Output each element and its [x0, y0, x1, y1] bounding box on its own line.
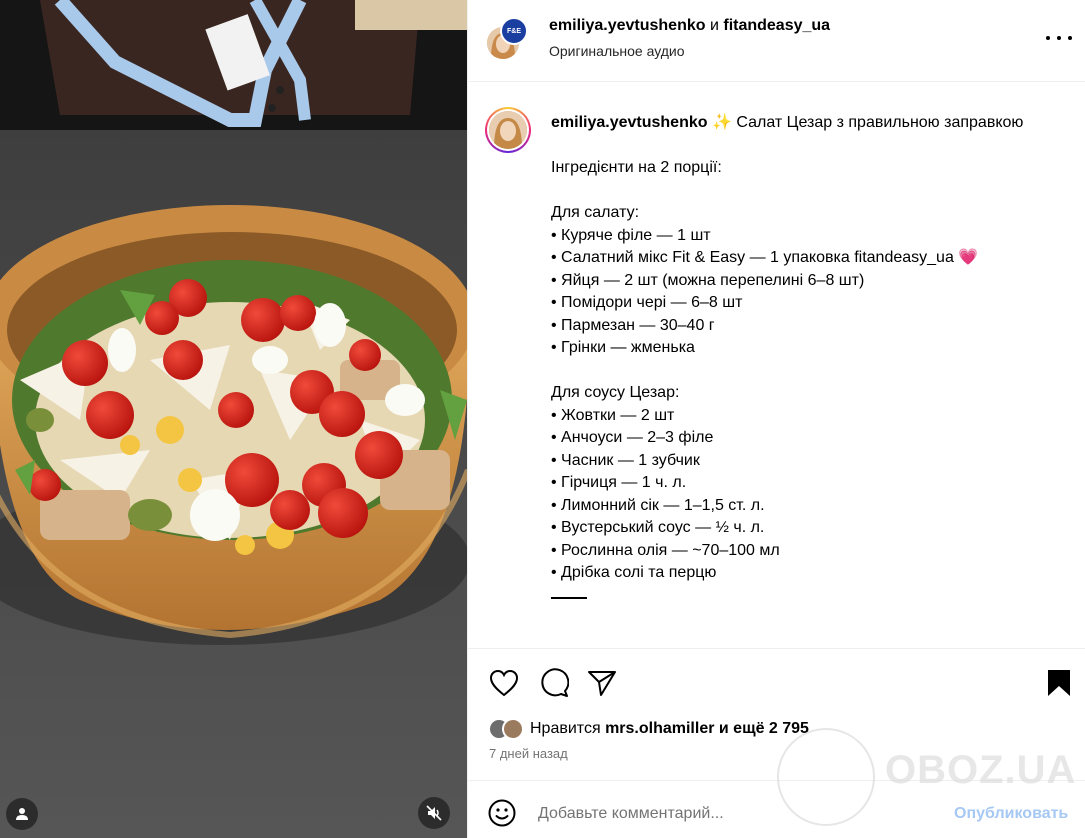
watermark-globe-icon [777, 728, 875, 826]
authors-joiner: и [709, 17, 719, 34]
caption-line: Інгредієнти на 2 порції: [551, 159, 722, 176]
heart-emoji-icon: 💗 [958, 249, 979, 266]
post-caption: emiliya.yevtushenko ✨ Салат Цезар з прав… [551, 112, 1071, 599]
publish-button[interactable]: Опубликовать [954, 805, 1068, 823]
watermark-text: OBOZ.UA [885, 748, 1077, 792]
more-dot [1068, 36, 1072, 40]
caption-line: Для салату: [551, 204, 640, 221]
more-options-button[interactable] [1046, 28, 1072, 48]
salad-bowl-image [0, 0, 467, 838]
coauthor-username-link[interactable]: fitandeasy_ua [723, 17, 830, 34]
like-button[interactable] [488, 667, 520, 699]
caption-line: • Яйця — 2 шт (можна перепелині 6–8 шт) [551, 271, 865, 289]
caption-line: • Жовтки — 2 шт [551, 406, 675, 424]
original-audio-link[interactable]: Оригинальное аудио [549, 43, 685, 59]
caption-line: Для соусу Цезар: [551, 384, 680, 401]
more-dot [1057, 36, 1061, 40]
caption-line: • Рослинна олія — ~70–100 мл [551, 541, 780, 559]
caption-author-link[interactable]: emiliya.yevtushenko [551, 114, 708, 131]
bookmark-filled-icon [1048, 670, 1070, 696]
caption-line: • Помідори чері — 6–8 шт [551, 294, 743, 311]
post-details-panel: F&E emiliya.yevtushenko и fitandeasy_ua … [467, 0, 1085, 838]
speaker-muted-icon [426, 805, 442, 821]
liker-username-link[interactable]: mrs.olhamiller [605, 720, 714, 738]
liker-avatar[interactable] [502, 718, 524, 740]
caption-divider [551, 596, 587, 599]
likes-count-link[interactable]: и ещё 2 795 [719, 720, 809, 738]
caption-line: • Грінки — жменька [551, 339, 695, 356]
comment-input[interactable] [538, 805, 938, 823]
likes-prefix: Нравится [530, 720, 601, 737]
caption-line: • Салатний мікс Fit & Easy — 1 упаковка … [551, 247, 1071, 270]
caption-line: • Часник — 1 зубчик [551, 451, 700, 469]
comment-button[interactable] [538, 667, 570, 699]
author-username-link[interactable]: emiliya.yevtushenko [549, 17, 706, 34]
emoji-picker-button[interactable] [488, 799, 516, 832]
post-actions [468, 648, 1085, 718]
post-timestamp[interactable]: 7 дней назад [489, 746, 568, 761]
more-dot [1046, 36, 1050, 40]
caption-line: • Лимонний сік — 1–1,5 ст. л. [551, 496, 765, 514]
post-media[interactable] [0, 0, 467, 838]
sparkles-icon: ✨ [711, 114, 732, 131]
tagged-users-button[interactable] [6, 798, 38, 830]
smiley-icon [488, 799, 516, 827]
caption-author-avatar[interactable] [485, 107, 531, 153]
share-button[interactable] [586, 667, 618, 699]
caption-title: Салат Цезар з правильною заправкою [736, 114, 1024, 131]
likes-summary: Нравится mrs.olhamiller и ещё 2 795 [488, 716, 809, 742]
caption-line-text: • Салатний мікс Fit & Easy — 1 упаковка … [551, 249, 954, 266]
coauthor-avatar[interactable]: F&E [500, 17, 528, 45]
send-icon [588, 671, 616, 696]
caption-line: • Анчоуси — 2–3 філе [551, 429, 714, 446]
caption-line: • Вустерський соус — ½ ч. л. [551, 519, 765, 536]
comment-icon [541, 668, 569, 697]
user-icon [16, 808, 28, 820]
post-authors: emiliya.yevtushenko и fitandeasy_ua [549, 17, 830, 35]
caption-line: • Куряче філе — 1 шт [551, 226, 711, 244]
post-header: F&E emiliya.yevtushenko и fitandeasy_ua … [468, 0, 1085, 82]
caption-line: • Дрібка солі та перцю [551, 564, 717, 581]
caption-line: • Пармезан — 30–40 г [551, 316, 715, 334]
heart-icon [489, 669, 519, 697]
mute-button[interactable] [418, 797, 450, 829]
save-button[interactable] [1043, 667, 1075, 699]
caption-line: • Гірчиця — 1 ч. л. [551, 474, 687, 491]
